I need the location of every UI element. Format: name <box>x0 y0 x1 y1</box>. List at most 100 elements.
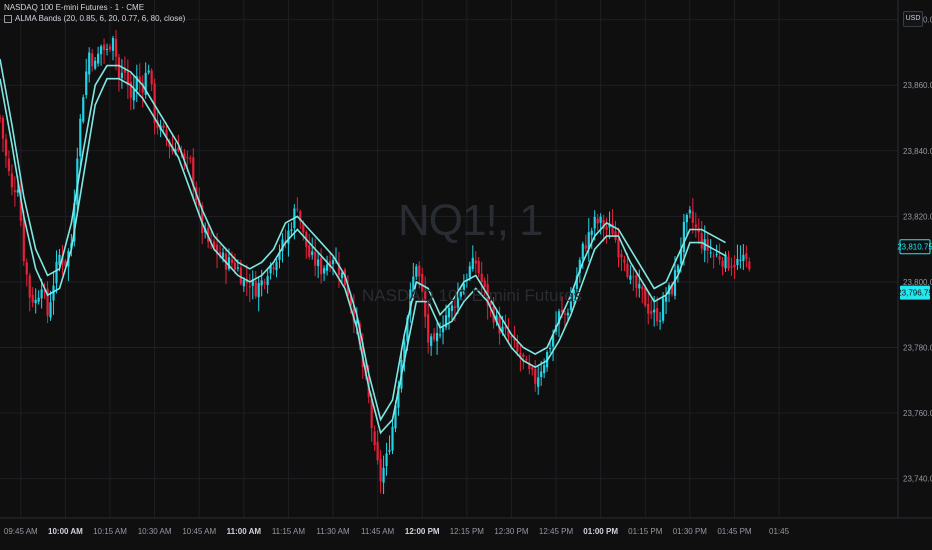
candle-down <box>263 282 266 284</box>
candle-down <box>626 263 629 277</box>
candle-down <box>563 313 567 315</box>
candle-up <box>590 230 593 236</box>
band-price-tag-label: 23,810.75 <box>897 243 932 252</box>
candle-down <box>510 336 513 338</box>
x-tick-label: 01:45 PM <box>717 527 752 536</box>
candle-up <box>221 252 225 258</box>
candle-up <box>111 37 115 51</box>
candle-up <box>290 229 293 231</box>
candle-up <box>82 97 85 122</box>
y-tick-label: 23,800.00 <box>903 278 932 287</box>
candle-down <box>694 224 697 228</box>
candle-down <box>10 173 13 188</box>
candle-up <box>266 276 269 285</box>
candle-up <box>55 261 58 284</box>
price-chart[interactable]: 23,740.00 23,760.00 23,780.00 23,800.00 23,8… <box>0 0 932 550</box>
candle-up <box>94 60 97 69</box>
candle-up <box>317 259 320 267</box>
candle-down <box>1 118 5 139</box>
x-tick-label: 12:30 PM <box>494 527 529 536</box>
candle-up <box>79 118 82 157</box>
x-tick-label: 11:00 AM <box>227 527 262 536</box>
candle-down <box>730 266 733 268</box>
candle-up <box>132 89 135 101</box>
candle-up <box>388 450 391 452</box>
x-tick-label: 11:45 AM <box>361 527 395 536</box>
candle-up <box>34 299 37 304</box>
candle-down <box>108 46 112 50</box>
candle-up <box>540 371 543 378</box>
x-tick-label: 10:15 AM <box>93 527 127 536</box>
candle-down <box>22 217 25 262</box>
candle-down <box>162 125 165 128</box>
symbol-title[interactable]: NASDAQ 100 E-mini Futures · 1 · CME <box>4 3 144 12</box>
candle-up <box>37 297 40 302</box>
candle-down <box>379 458 382 482</box>
candle-down <box>230 259 234 263</box>
last-price-tag-label: 23,796.75 <box>897 289 932 298</box>
candle-down <box>745 253 748 260</box>
candle-up <box>661 298 665 321</box>
currency-button[interactable]: USD <box>903 11 923 27</box>
candle-up <box>593 216 596 229</box>
candle-up <box>742 254 745 261</box>
candle-down <box>91 53 94 67</box>
candle-down <box>620 254 623 258</box>
candle-up <box>40 289 43 299</box>
candle-up <box>16 189 19 193</box>
candle-up <box>325 264 329 271</box>
candle-up <box>415 266 418 277</box>
candle-down <box>28 275 31 298</box>
candle-down <box>427 314 430 343</box>
candle-up <box>120 72 124 79</box>
candle-up <box>739 259 742 261</box>
x-tick-label: 10:45 AM <box>182 527 216 536</box>
candle-up <box>49 302 52 318</box>
candle-down <box>480 273 483 282</box>
candle-up <box>548 347 552 350</box>
candle-down <box>632 276 635 278</box>
candle-down <box>114 38 118 57</box>
candle-down <box>700 233 703 249</box>
candle-down <box>584 245 587 249</box>
candle-up <box>685 215 688 223</box>
candle-down <box>31 294 34 303</box>
candle-up <box>105 48 109 50</box>
x-tick-label: 01:30 PM <box>673 527 708 536</box>
candle-up <box>385 453 388 467</box>
candle-down <box>248 286 251 288</box>
candle-down <box>117 57 121 79</box>
y-tick-label: 23,760.00 <box>903 409 932 418</box>
candle-up <box>97 53 100 64</box>
candle-down <box>4 139 8 156</box>
y-tick-label: 23,840.00 <box>903 147 932 156</box>
candle-up <box>147 70 150 73</box>
candle-up <box>724 254 727 269</box>
candle-up <box>311 251 314 255</box>
candle-down <box>721 260 724 267</box>
candle-up <box>537 377 540 387</box>
y-tick-label: 23,860.00 <box>903 81 932 90</box>
candle-up <box>242 279 245 287</box>
candle-down <box>647 303 650 314</box>
candle-down <box>186 157 189 159</box>
candle-up <box>85 71 88 96</box>
x-tick-label: 12:15 PM <box>450 527 485 536</box>
candle-up <box>736 258 739 266</box>
candle-up <box>436 332 439 342</box>
candle-down <box>254 280 257 297</box>
x-tick-label: 09:45 AM <box>4 527 38 536</box>
candle-up <box>682 221 686 253</box>
candle-up <box>287 230 290 244</box>
y-tick-label: 23,740.00 <box>903 475 932 484</box>
indicator-legend[interactable]: ALMA Bands (20, 0.85, 6, 20, 0.77, 6, 80… <box>4 14 185 23</box>
candle-down <box>733 264 736 268</box>
candle-down <box>644 287 647 306</box>
candle-down <box>727 256 730 269</box>
indicator-icon <box>4 14 12 23</box>
candle-down <box>718 256 721 260</box>
candle-down <box>453 306 457 308</box>
candle-down <box>522 354 525 357</box>
candle-up <box>468 266 471 278</box>
candle-down <box>25 262 28 275</box>
